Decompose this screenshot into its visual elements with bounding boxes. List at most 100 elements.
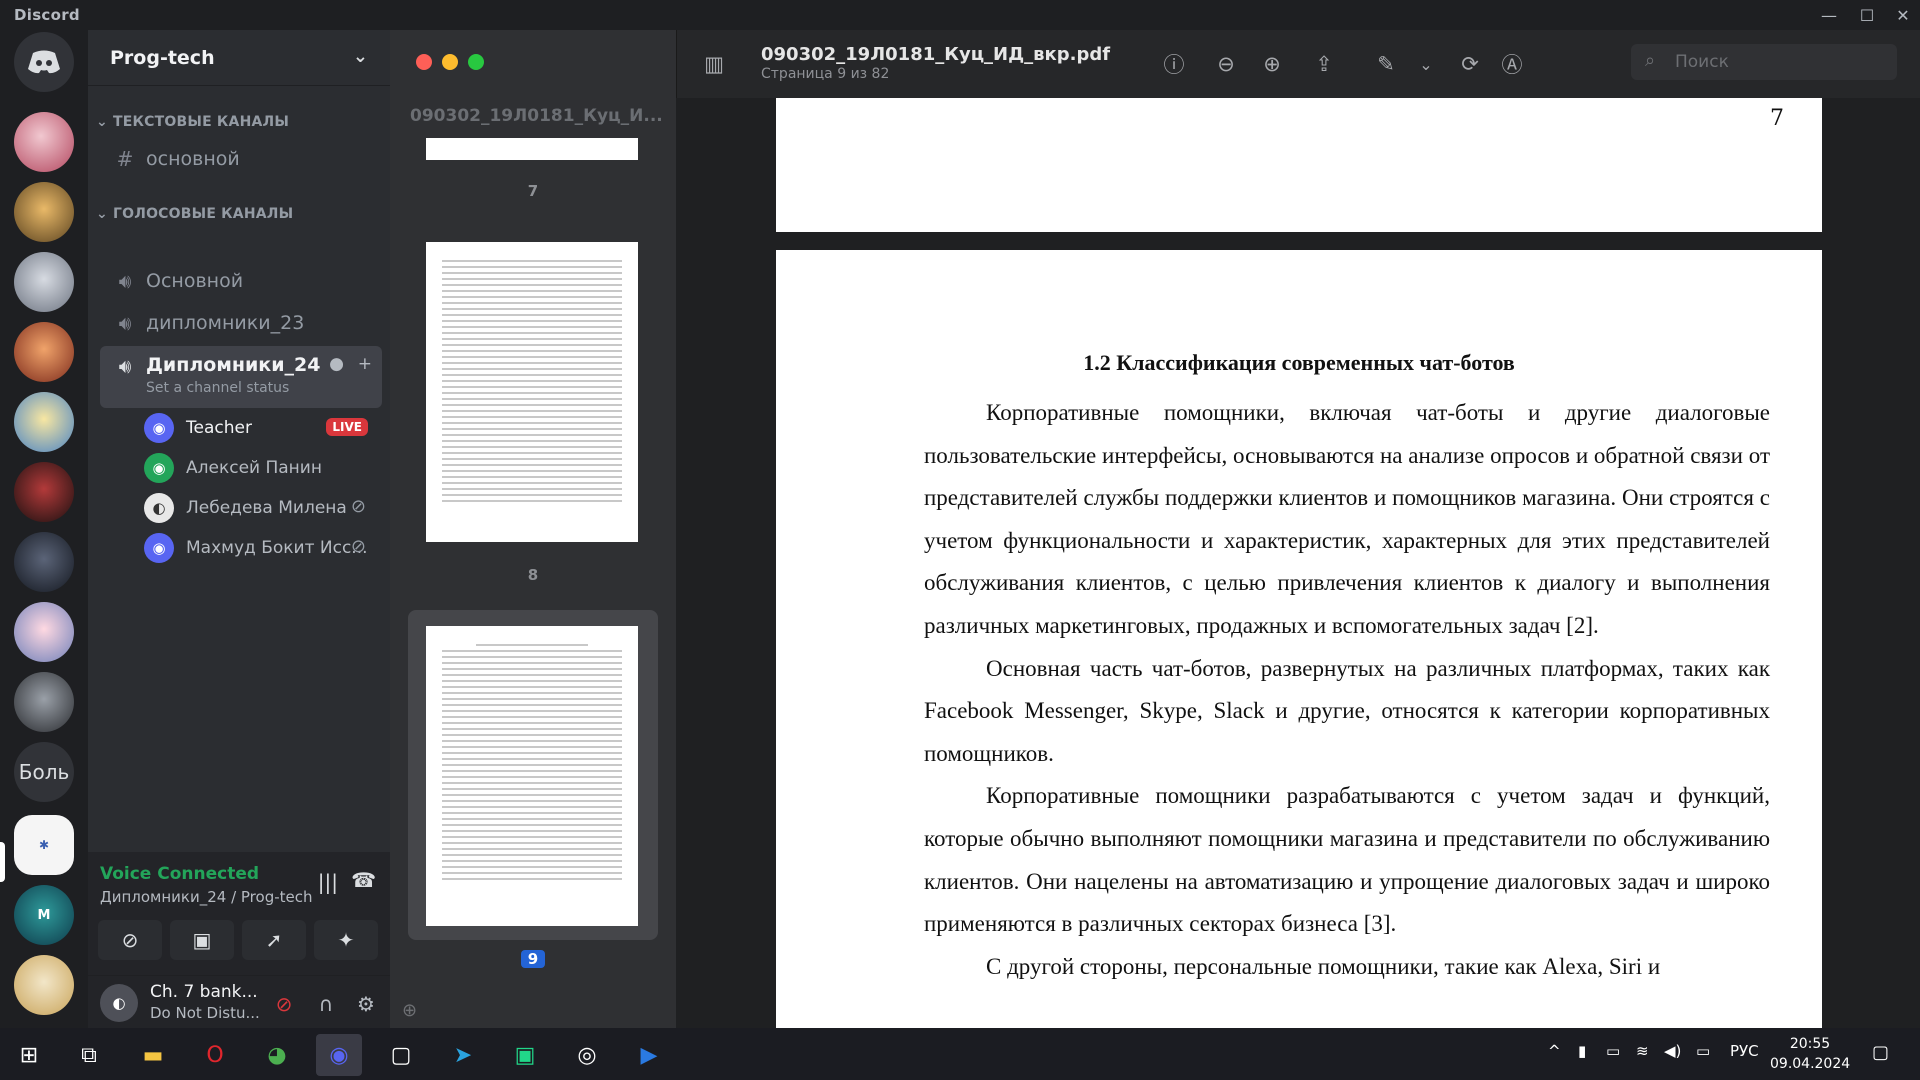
telegram-icon[interactable]: ➤ bbox=[440, 1034, 486, 1076]
windows-start-icon[interactable]: ⊞ bbox=[6, 1034, 52, 1076]
windows-taskbar: ⊞ ⧉ ▬ O ◕ ◉ ▢ ➤ ▣ ◎ ▶ ^ ▮ ▭ ≋ ◀) ▭ РУС 2… bbox=[0, 1028, 1920, 1080]
zoom-in-icon[interactable]: ⊕ bbox=[1255, 48, 1289, 80]
noise-suppression-icon[interactable]: ||| bbox=[318, 870, 338, 894]
user-name: Алексей Панин bbox=[186, 458, 322, 478]
server-avatar-1[interactable] bbox=[14, 112, 74, 172]
headphones-icon[interactable]: ∩ bbox=[310, 988, 342, 1020]
pdf-filename: 090302_19Л0181_Куц_ИД_вкр.pdf bbox=[761, 44, 1111, 65]
maximize-button[interactable]: ☐ bbox=[1850, 0, 1884, 30]
video-player-icon[interactable]: ▶ bbox=[626, 1034, 672, 1076]
avatar[interactable]: ◐ bbox=[100, 984, 138, 1022]
paragraph: Корпоративные помощники разрабатываются … bbox=[924, 783, 1770, 937]
server-text-bol[interactable]: Боль bbox=[14, 742, 74, 802]
channel-label: дипломники_23 bbox=[146, 312, 305, 334]
stream-viewer: 090302_19Л0181_Куц_И... 7 8 9 ⊕ ▥ 090302… bbox=[390, 30, 1920, 1028]
sidebar-doc-title: 090302_19Л0181_Куц_И... bbox=[410, 106, 662, 126]
thumbnail-page-8[interactable] bbox=[426, 242, 638, 542]
pycharm-icon[interactable]: ▣ bbox=[502, 1034, 548, 1076]
voice-location[interactable]: Дипломники_24 / Prog-tech bbox=[100, 888, 313, 906]
discord-home-icon[interactable] bbox=[14, 32, 74, 92]
thumbnail-page-9[interactable] bbox=[426, 626, 638, 926]
minimize-dot-icon bbox=[442, 54, 458, 70]
steam-icon[interactable]: ◎ bbox=[564, 1034, 610, 1076]
minimize-button[interactable]: — bbox=[1812, 0, 1846, 30]
user-name[interactable]: Ch. 7 bank... bbox=[150, 982, 258, 1002]
server-avatar-7[interactable] bbox=[14, 532, 74, 592]
voice-user-aleksey[interactable]: ◉ Алексей Панин bbox=[144, 450, 376, 486]
prog-tech-server-icon[interactable]: ✱ bbox=[14, 815, 74, 875]
annotate-icon[interactable]: Ⓐ bbox=[1495, 48, 1529, 80]
share-screen-button[interactable]: ▣ bbox=[170, 920, 234, 960]
gear-icon[interactable]: ⚙ bbox=[350, 988, 382, 1020]
thumbnail-page-7[interactable] bbox=[426, 138, 638, 160]
avatar: ◉ bbox=[144, 453, 174, 483]
guild-header[interactable]: Prog-tech ⌄ bbox=[88, 30, 390, 86]
mirea-server-icon[interactable]: М bbox=[14, 885, 74, 945]
server-avatar-5[interactable] bbox=[14, 392, 74, 452]
user-name: Махмуд Бокит Исс... bbox=[186, 538, 368, 558]
clock[interactable]: 20:55 09.04.2024 bbox=[1770, 1034, 1850, 1074]
voice-status[interactable]: Voice Connected bbox=[100, 864, 259, 884]
voice-channel-diplomniki-23[interactable]: 🔊︎ дипломники_23 bbox=[100, 304, 382, 342]
info-icon[interactable]: ⓘ bbox=[1157, 48, 1191, 80]
search-input[interactable]: ⌕ Поиск bbox=[1631, 44, 1897, 80]
chevron-down-icon[interactable]: ⌄ bbox=[353, 46, 368, 67]
server-avatar-8[interactable] bbox=[14, 602, 74, 662]
add-member-icon[interactable]: + bbox=[358, 354, 372, 374]
server-avatar-2[interactable] bbox=[14, 182, 74, 242]
guild-name: Prog-tech bbox=[110, 46, 215, 69]
opera-icon[interactable]: O bbox=[192, 1034, 238, 1076]
volume-icon[interactable]: ◀) bbox=[1664, 1042, 1681, 1060]
sidebar-toggle-icon[interactable]: ▥ bbox=[697, 48, 731, 80]
channel-label: Дипломники_24 bbox=[146, 354, 321, 376]
chevron-down-icon[interactable]: ⌄ bbox=[1409, 48, 1443, 80]
speaker-icon: 🔊︎ bbox=[118, 354, 132, 378]
voice-user-teacher[interactable]: ◉ Teacher LIVE bbox=[144, 410, 376, 446]
microphone-icon[interactable]: ▮ bbox=[1578, 1042, 1586, 1060]
close-button[interactable]: ✕ bbox=[1886, 0, 1920, 30]
avatar: ◐ bbox=[144, 493, 174, 523]
app-brand: Discord bbox=[14, 6, 80, 24]
camera-off-button[interactable]: ⊘ bbox=[98, 920, 162, 960]
pdf-page: 7 bbox=[776, 98, 1822, 232]
chat-icon[interactable]: ● bbox=[329, 354, 344, 374]
mic-muted-icon[interactable]: ⊘ bbox=[268, 988, 300, 1020]
share-icon[interactable]: ⇪ bbox=[1307, 48, 1341, 80]
wifi-icon[interactable]: ≋ bbox=[1636, 1042, 1649, 1060]
notifications-icon[interactable]: ▢ bbox=[1872, 1042, 1889, 1063]
chevron-up-icon[interactable]: ^ bbox=[1548, 1042, 1561, 1060]
category-text-channels[interactable]: ⌄ ТЕКСТОВЫЕ КАНАЛЫ bbox=[96, 114, 289, 130]
voice-user-lebedeva[interactable]: ◐ Лебедева Милена ⊘ bbox=[144, 490, 376, 526]
server-avatar-3[interactable] bbox=[14, 252, 74, 312]
activities-button[interactable]: ➚ bbox=[242, 920, 306, 960]
chrome-icon[interactable]: ◕ bbox=[254, 1034, 300, 1076]
server-avatar-4[interactable] bbox=[14, 322, 74, 382]
language-indicator[interactable]: РУС bbox=[1730, 1042, 1759, 1060]
camera-icon[interactable]: ▭ bbox=[1606, 1042, 1620, 1060]
twitch-icon[interactable]: ▢ bbox=[378, 1034, 424, 1076]
avatar: ◉ bbox=[144, 533, 174, 563]
rotate-icon[interactable]: ⟳ bbox=[1453, 48, 1487, 80]
file-explorer-icon[interactable]: ▬ bbox=[130, 1034, 176, 1076]
voice-user-mahmud[interactable]: ◉ Махмуд Бокит Исс... ⊘ bbox=[144, 530, 376, 566]
add-icon[interactable]: ⊕ bbox=[402, 1000, 417, 1021]
soundboard-button[interactable]: ✦ bbox=[314, 920, 378, 960]
disconnect-icon[interactable]: ☎ bbox=[351, 868, 376, 892]
battery-icon[interactable]: ▭ bbox=[1696, 1042, 1710, 1060]
server-avatar-6[interactable] bbox=[14, 462, 74, 522]
java-server-icon[interactable] bbox=[14, 955, 74, 1015]
discord-taskbar-icon[interactable]: ◉ bbox=[316, 1034, 362, 1076]
voice-channel-osnovnoy[interactable]: 🔊︎ Основной bbox=[100, 262, 382, 300]
voice-channel-diplomniki-24[interactable]: 🔊︎ Дипломники_24 Set a channel status ● … bbox=[100, 346, 382, 408]
server-avatar-9[interactable] bbox=[14, 672, 74, 732]
mic-muted-icon: ⊘ bbox=[350, 536, 366, 557]
time: 20:55 bbox=[1789, 1036, 1831, 1052]
zoom-out-icon[interactable]: ⊖ bbox=[1209, 48, 1243, 80]
markup-icon[interactable]: ✎ bbox=[1369, 48, 1403, 80]
mic-muted-icon: ⊘ bbox=[350, 496, 366, 517]
category-voice-channels[interactable]: ⌄ ГОЛОСОВЫЕ КАНАЛЫ bbox=[96, 206, 293, 222]
task-view-icon[interactable]: ⧉ bbox=[66, 1034, 112, 1076]
pdf-document-area[interactable]: 7 1.2 Классификация современных чат-бото… bbox=[676, 98, 1920, 1028]
text-channel-osnovnoy[interactable]: # основной bbox=[100, 140, 382, 178]
channel-status[interactable]: Set a channel status bbox=[146, 380, 289, 396]
